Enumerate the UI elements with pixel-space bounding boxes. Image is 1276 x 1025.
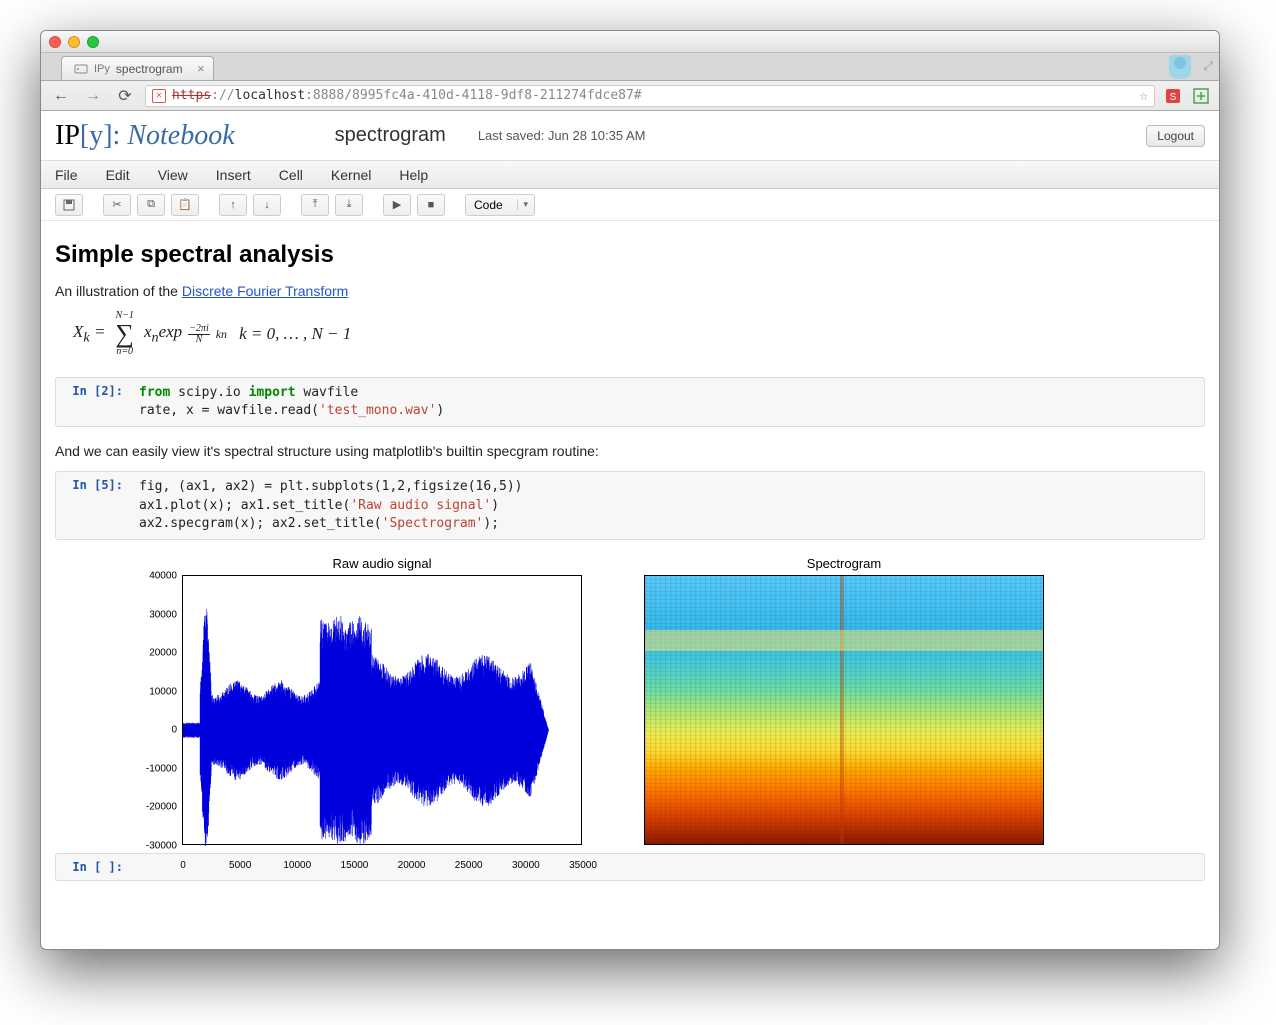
output-plots: Raw audio signal -30000-20000-1000001000… <box>130 556 1205 845</box>
toolbar: ✂ ⧉ 📋 ↑ ↓ ⤒ ⤓ ▶ ■ Code <box>41 189 1219 221</box>
menu-file[interactable]: File <box>55 167 78 183</box>
dft-link[interactable]: Discrete Fourier Transform <box>182 283 348 299</box>
menu-bar: File Edit View Insert Cell Kernel Help <box>41 161 1219 189</box>
axes-waveform: -30000-20000-10000010000200003000040000 … <box>182 575 582 845</box>
run-above-button[interactable]: ⤒ <box>301 194 329 216</box>
cell-type-select[interactable]: Code <box>465 194 535 216</box>
ipython-logo: IP[y]: Notebook <box>55 120 235 152</box>
dft-formula: Xk = N−1∑n=0 xnexp −2πiN kn k = 0, … , N… <box>73 311 1205 357</box>
markdown-cell-1[interactable]: Simple spectral analysis An illustration… <box>55 241 1205 357</box>
code-cell-empty[interactable]: In [ ]: <box>55 853 1205 881</box>
browser-window: IPy spectrogram × ⤢ ← → ⟳ ✕ https :// lo… <box>40 30 1220 950</box>
minimize-window-button[interactable] <box>68 36 80 48</box>
logout-button[interactable]: Logout <box>1146 125 1205 147</box>
copy-button[interactable]: ⧉ <box>137 194 165 216</box>
cut-button[interactable]: ✂ <box>103 194 131 216</box>
bookmark-star-icon[interactable]: ☆ <box>1140 88 1148 104</box>
url-path: /8995fc4a-410d-4118-9df8-211274fdce87# <box>344 88 641 103</box>
save-button[interactable] <box>55 194 83 216</box>
intro-text: An illustration of the Discrete Fourier … <box>55 283 1205 299</box>
url-host: localhost <box>235 88 305 103</box>
url-port: :8888 <box>305 88 344 103</box>
code-input[interactable]: from scipy.io import wavfile rate, x = w… <box>131 378 1204 426</box>
plot-spectrogram: Spectrogram 0.00.20.40.60.81.0 020004000… <box>644 556 1044 845</box>
fullscreen-icon[interactable]: ⤢ <box>1203 59 1213 74</box>
notebook-content: Simple spectral analysis An illustration… <box>41 221 1219 949</box>
move-up-button[interactable]: ↑ <box>219 194 247 216</box>
forward-button[interactable]: → <box>81 85 105 107</box>
back-button[interactable]: ← <box>49 85 73 107</box>
address-bar[interactable]: ✕ https :// localhost :8888 /8995fc4a-41… <box>145 85 1155 107</box>
input-prompt: In [ ]: <box>56 854 131 880</box>
extension-icon-1[interactable]: S <box>1163 86 1183 106</box>
markdown-cell-2[interactable]: And we can easily view it's spectral str… <box>55 443 1205 459</box>
menu-insert[interactable]: Insert <box>216 167 251 183</box>
interrupt-button[interactable]: ■ <box>417 194 445 216</box>
tab-prefix: IPy <box>94 63 110 75</box>
page-title: Simple spectral analysis <box>55 241 1205 269</box>
favicon-icon <box>74 62 88 76</box>
zoom-window-button[interactable] <box>87 36 99 48</box>
window-titlebar <box>41 31 1219 53</box>
notebook-header: IP[y]: Notebook spectrogram Last saved: … <box>41 111 1219 161</box>
input-prompt: In [5]: <box>56 472 131 539</box>
plot-raw-audio: Raw audio signal -30000-20000-1000001000… <box>182 556 582 845</box>
tab-title: spectrogram <box>116 62 183 76</box>
waveform-svg <box>183 576 583 846</box>
close-window-button[interactable] <box>49 36 61 48</box>
code-cell-5[interactable]: In [5]: fig, (ax1, ax2) = plt.subplots(1… <box>55 471 1205 540</box>
md2-text: And we can easily view it's spectral str… <box>55 443 1205 459</box>
axes-spectrogram: 0.00.20.40.60.81.0 020004000600080001000… <box>644 575 1044 845</box>
profile-avatar-icon[interactable] <box>1169 55 1191 79</box>
run-below-button[interactable]: ⤓ <box>335 194 363 216</box>
tab-strip: IPy spectrogram × ⤢ <box>41 53 1219 81</box>
menu-kernel[interactable]: Kernel <box>331 167 371 183</box>
browser-tab[interactable]: IPy spectrogram × <box>61 56 214 80</box>
menu-edit[interactable]: Edit <box>106 167 130 183</box>
run-button[interactable]: ▶ <box>383 194 411 216</box>
menu-view[interactable]: View <box>158 167 188 183</box>
url-scheme: https <box>172 88 211 103</box>
paste-button[interactable]: 📋 <box>171 194 199 216</box>
url-toolbar: ← → ⟳ ✕ https :// localhost :8888 /8995f… <box>41 81 1219 111</box>
extension-icon-2[interactable] <box>1191 86 1211 106</box>
close-tab-icon[interactable]: × <box>197 61 205 76</box>
menu-help[interactable]: Help <box>399 167 428 183</box>
traffic-lights <box>49 36 99 48</box>
notebook-name[interactable]: spectrogram <box>335 124 446 147</box>
menu-cell[interactable]: Cell <box>279 167 303 183</box>
code-cell-2[interactable]: In [2]: from scipy.io import wavfile rat… <box>55 377 1205 427</box>
reload-button[interactable]: ⟳ <box>113 85 137 107</box>
url-sep: :// <box>211 88 234 103</box>
move-down-button[interactable]: ↓ <box>253 194 281 216</box>
last-saved-text: Last saved: Jun 28 10:35 AM <box>478 128 646 143</box>
svg-text:S: S <box>1170 92 1177 103</box>
code-input[interactable]: fig, (ax1, ax2) = plt.subplots(1,2,figsi… <box>131 472 1204 539</box>
https-warning-icon: ✕ <box>152 89 166 103</box>
input-prompt: In [2]: <box>56 378 131 426</box>
